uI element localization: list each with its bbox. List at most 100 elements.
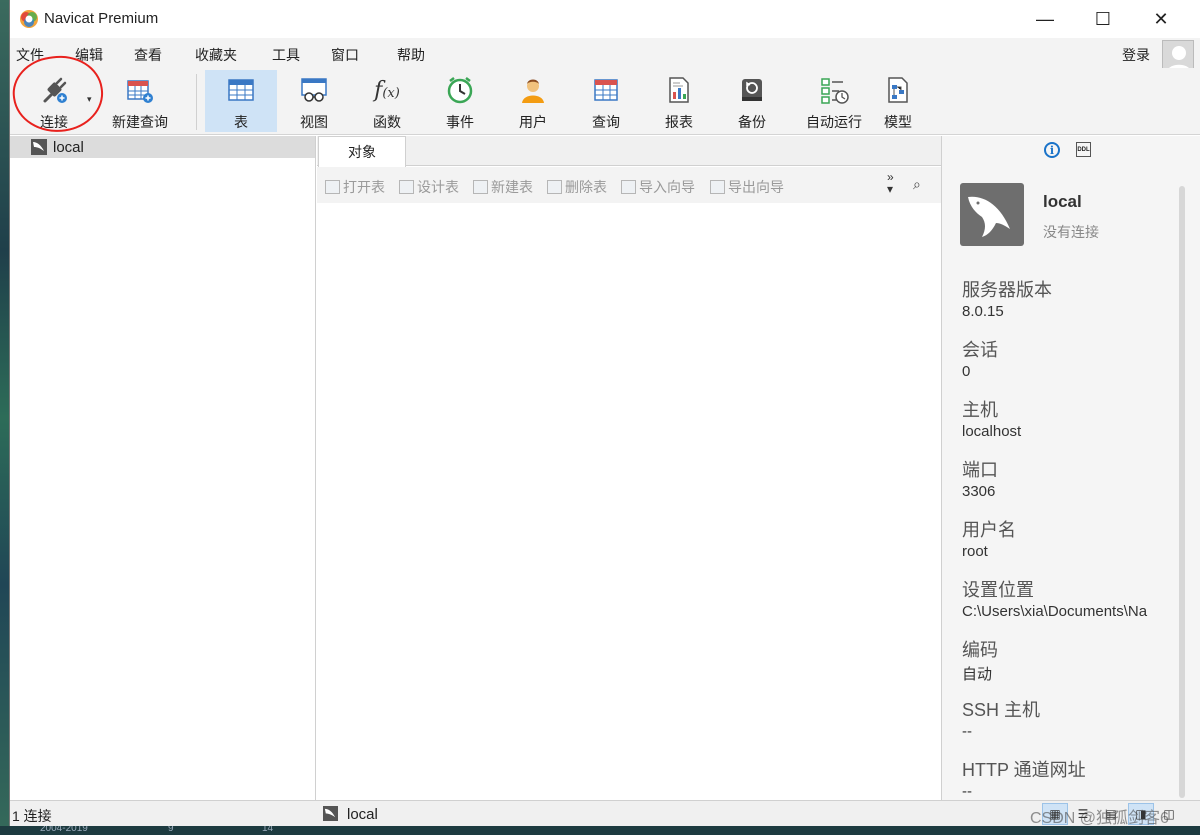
open-table-icon: [325, 180, 340, 194]
port-value: 3306: [962, 483, 996, 500]
settings-location-label: 设置位置: [962, 580, 1034, 600]
window-title: Navicat Premium: [44, 10, 159, 27]
function-icon: f(x): [374, 77, 400, 103]
search-icon[interactable]: ⌕: [913, 176, 921, 193]
connection-count: 1 连接: [12, 808, 52, 824]
server-version-label: 服务器版本: [962, 280, 1052, 300]
menu-favorites[interactable]: 收藏夹: [195, 45, 237, 65]
mysql-connection-icon: [31, 139, 47, 155]
model-icon: [881, 74, 915, 106]
username-value: root: [962, 543, 988, 560]
automation-label: 自动运行: [806, 114, 862, 130]
main-toolbar: 连接 ▾ 新建查询 表 视图 f(x) 函数 事件 用户 查询 报表 备份 自动…: [10, 68, 1200, 135]
tab-strip: 对象: [317, 136, 941, 167]
login-link[interactable]: 登录: [1122, 45, 1150, 65]
export-wizard-icon: [710, 180, 725, 194]
import-wizard-label: 导入向导: [639, 179, 695, 195]
close-button[interactable]: ✕: [1138, 0, 1184, 38]
close-icon: ✕: [1153, 8, 1169, 29]
desktop-taskbar-fragment: 2004-2019 9 14: [0, 826, 1200, 835]
new-query-icon: [123, 74, 157, 106]
delete-table-icon: [547, 180, 562, 194]
status-bar: 1 连接 local ▦ ☰ ▤ ◨ ◫: [10, 800, 1200, 826]
title-bar: Navicat Premium — ☐ ✕: [10, 0, 1200, 38]
object-list-area[interactable]: [317, 203, 941, 800]
object-toolbar: 打开表 设计表 新建表 删除表 导入向导 导出向导 » ▾ ⌕: [317, 167, 941, 203]
toolbar-separator: [196, 74, 197, 130]
view-icon: [297, 74, 331, 106]
ssh-host-label: SSH 主机: [962, 700, 1041, 720]
menu-help[interactable]: 帮助: [397, 45, 425, 65]
info-scrollbar[interactable]: [1179, 186, 1185, 798]
new-query-label: 新建查询: [112, 114, 168, 130]
encoding-label: 编码: [962, 640, 998, 660]
delete-table-label: 删除表: [565, 179, 607, 195]
minimize-button[interactable]: —: [1022, 0, 1068, 38]
taskbar-text: 9: [168, 826, 174, 834]
menu-view[interactable]: 查看: [134, 45, 162, 65]
view-button[interactable]: 视图: [278, 70, 350, 132]
http-tunnel-label: HTTP 通道网址: [962, 760, 1086, 780]
menu-tools[interactable]: 工具: [272, 45, 300, 65]
function-label: 函数: [373, 114, 401, 130]
new-table-label: 新建表: [491, 179, 533, 195]
maximize-icon: ☐: [1094, 8, 1112, 29]
table-label: 表: [234, 114, 248, 130]
sessions-value: 0: [962, 363, 971, 380]
menu-bar: 文件 编辑 查看 收藏夹 工具 窗口 帮助 登录: [10, 38, 1200, 72]
nav-item-local[interactable]: local: [10, 136, 315, 158]
settings-location-value: C:\Users\xia\Documents\Na: [962, 603, 1148, 620]
watermark: CSDN @独孤剑客6: [1030, 810, 1169, 827]
query-label: 查询: [592, 114, 620, 130]
clock-icon: [443, 74, 477, 106]
import-wizard-button[interactable]: 导入向导: [621, 177, 695, 197]
open-table-button[interactable]: 打开表: [325, 177, 385, 197]
delete-table-button[interactable]: 删除表: [547, 177, 607, 197]
host-value: localhost: [962, 423, 1022, 440]
server-version-value: 8.0.15: [962, 303, 1004, 320]
navicat-logo-icon: [20, 10, 38, 28]
new-query-button[interactable]: 新建查询: [100, 70, 180, 132]
model-button[interactable]: 模型: [862, 70, 934, 132]
import-wizard-icon: [621, 180, 636, 194]
design-table-button[interactable]: 设计表: [399, 177, 459, 197]
host-label: 主机: [962, 400, 998, 420]
http-tunnel-value: --: [962, 783, 972, 800]
event-label: 事件: [446, 114, 474, 130]
open-table-label: 打开表: [343, 179, 385, 195]
more-actions-button[interactable]: » ▾: [887, 171, 894, 195]
report-label: 报表: [665, 114, 693, 130]
connection-status: 没有连接: [1043, 224, 1099, 240]
taskbar-text: 2004-2019: [40, 826, 88, 834]
export-wizard-button[interactable]: 导出向导: [710, 177, 784, 197]
chevron-down-icon: ▾: [887, 182, 894, 196]
automation-icon: [817, 74, 851, 106]
menu-window[interactable]: 窗口: [331, 45, 359, 65]
tab-objects[interactable]: 对象: [318, 136, 406, 167]
report-icon: [662, 74, 696, 106]
query-icon: [589, 74, 623, 106]
current-connection: local: [347, 806, 378, 823]
object-pane: 对象 打开表 设计表 新建表 删除表 导入向导 导出向导 » ▾ ⌕: [317, 136, 941, 800]
export-wizard-label: 导出向导: [728, 179, 784, 195]
query-button[interactable]: 查询: [570, 70, 642, 132]
event-button[interactable]: 事件: [424, 70, 496, 132]
function-button[interactable]: f(x) 函数: [351, 70, 423, 132]
user-label: 用户: [519, 114, 547, 130]
table-button[interactable]: 表: [205, 70, 277, 132]
mysql-connection-icon: [323, 806, 338, 821]
report-button[interactable]: 报表: [643, 70, 715, 132]
mysql-logo-icon: [960, 183, 1024, 246]
table-icon: [224, 74, 258, 106]
user-button[interactable]: 用户: [497, 70, 569, 132]
ddl-icon[interactable]: DDL: [1076, 142, 1091, 157]
minimize-icon: —: [1036, 8, 1054, 29]
design-table-label: 设计表: [417, 179, 459, 195]
backup-button[interactable]: 备份: [716, 70, 788, 132]
info-icon[interactable]: i: [1044, 142, 1060, 158]
new-table-button[interactable]: 新建表: [473, 177, 533, 197]
port-label: 端口: [962, 460, 998, 480]
design-table-icon: [399, 180, 414, 194]
taskbar-text: 14: [262, 826, 274, 834]
maximize-button[interactable]: ☐: [1080, 0, 1126, 38]
